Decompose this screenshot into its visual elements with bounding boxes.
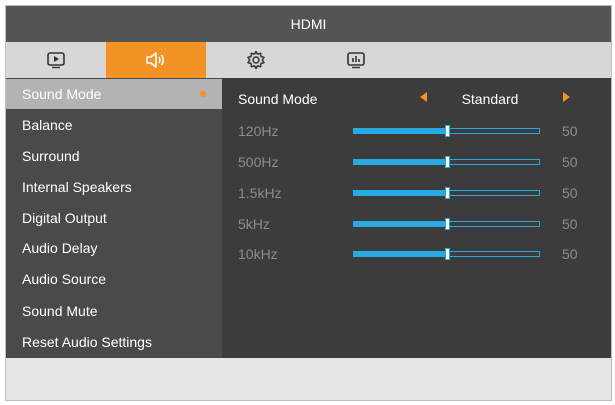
tab-audio[interactable] bbox=[106, 42, 206, 78]
menu-item-sound-mute[interactable]: Sound Mute bbox=[6, 296, 222, 326]
menu-item-label: Reset Audio Settings bbox=[22, 334, 152, 350]
source-title-bar: HDMI bbox=[6, 6, 611, 42]
slider-fill bbox=[354, 252, 447, 256]
audio-menu: Sound Mode Balance Surround Internal Spe… bbox=[6, 78, 222, 358]
eq-slider-10khz[interactable] bbox=[353, 248, 540, 260]
menu-item-digital-output[interactable]: Digital Output bbox=[6, 203, 222, 233]
slider-fill bbox=[354, 222, 447, 226]
menu-item-internal-speakers[interactable]: Internal Speakers bbox=[6, 172, 222, 202]
menu-item-label: Surround bbox=[22, 148, 80, 164]
menu-item-surround[interactable]: Surround bbox=[6, 141, 222, 171]
menu-item-label: Audio Source bbox=[22, 271, 107, 287]
sound-mode-panel: Sound Mode Standard 120Hz 50 500Hz 50 1.… bbox=[222, 78, 611, 358]
arrow-right-icon[interactable] bbox=[563, 92, 570, 102]
menu-item-label: Internal Speakers bbox=[22, 179, 132, 195]
eq-slider-500hz[interactable] bbox=[353, 156, 540, 168]
tab-settings[interactable] bbox=[206, 42, 306, 78]
picture-icon bbox=[47, 52, 65, 69]
menu-item-label: Sound Mode bbox=[22, 86, 102, 102]
source-title: HDMI bbox=[290, 16, 327, 32]
slider-thumb[interactable] bbox=[444, 187, 450, 199]
eq-band-label: 500Hz bbox=[238, 154, 279, 170]
eq-band-value: 50 bbox=[562, 246, 578, 262]
slider-fill bbox=[354, 129, 447, 133]
sound-mode-label: Sound Mode bbox=[238, 91, 318, 107]
menu-item-audio-source[interactable]: Audio Source bbox=[6, 264, 222, 294]
eq-band-value: 50 bbox=[562, 154, 578, 170]
slider-fill bbox=[354, 191, 447, 195]
menu-item-reset-audio-settings[interactable]: Reset Audio Settings bbox=[6, 327, 222, 357]
menu-item-audio-delay[interactable]: Audio Delay bbox=[6, 233, 222, 263]
slider-thumb[interactable] bbox=[444, 218, 450, 230]
eq-band-label: 5kHz bbox=[238, 216, 270, 232]
arrow-left-icon[interactable] bbox=[420, 92, 427, 102]
menu-item-label: Balance bbox=[22, 117, 73, 133]
selection-indicator-icon bbox=[200, 91, 206, 97]
slider-thumb[interactable] bbox=[444, 125, 450, 137]
sound-mode-value[interactable]: Standard bbox=[440, 91, 540, 107]
slider-thumb[interactable] bbox=[444, 156, 450, 168]
menu-item-sound-mode[interactable]: Sound Mode bbox=[6, 79, 222, 109]
slider-fill bbox=[354, 160, 447, 164]
slider-thumb[interactable] bbox=[444, 248, 450, 260]
menu-item-label: Sound Mute bbox=[22, 303, 98, 319]
eq-band-value: 50 bbox=[562, 216, 578, 232]
eq-band-label: 1.5kHz bbox=[238, 185, 282, 201]
tab-bar bbox=[6, 42, 611, 78]
eq-band-label: 10kHz bbox=[238, 246, 278, 262]
eq-band-label: 120Hz bbox=[238, 123, 279, 139]
footer-bar bbox=[6, 358, 611, 400]
eq-slider-120hz[interactable] bbox=[353, 125, 540, 137]
tab-information[interactable] bbox=[306, 42, 406, 78]
speaker-icon bbox=[146, 52, 164, 68]
tab-picture[interactable] bbox=[6, 42, 106, 78]
gear-icon bbox=[247, 50, 265, 70]
menu-item-balance[interactable]: Balance bbox=[6, 110, 222, 140]
eq-slider-5khz[interactable] bbox=[353, 218, 540, 230]
osd-window: HDMI Sound Mode Balance Surround Interna… bbox=[5, 5, 612, 401]
menu-item-label: Digital Output bbox=[22, 210, 107, 226]
eq-slider-1-5khz[interactable] bbox=[353, 187, 540, 199]
menu-item-label: Audio Delay bbox=[22, 240, 98, 256]
display-info-icon bbox=[347, 52, 365, 69]
eq-band-value: 50 bbox=[562, 123, 578, 139]
eq-band-value: 50 bbox=[562, 185, 578, 201]
